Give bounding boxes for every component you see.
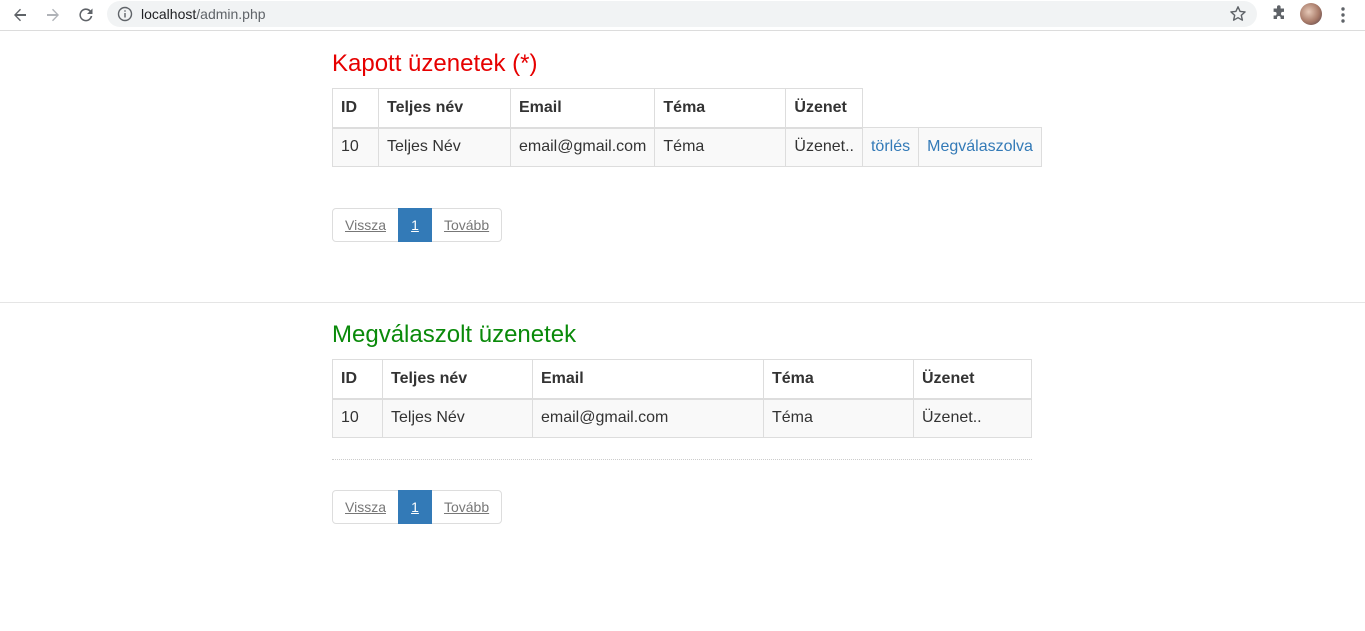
cell-message: Üzenet.. bbox=[785, 127, 863, 167]
column-header-topic: Téma bbox=[763, 359, 914, 400]
column-header-message: Üzenet bbox=[913, 359, 1032, 400]
address-bar[interactable]: localhost/admin.php bbox=[107, 1, 1257, 27]
column-header-message: Üzenet bbox=[785, 88, 863, 129]
pagination-prev-button[interactable]: Vissza bbox=[332, 208, 399, 242]
cell-name: Teljes Név bbox=[382, 398, 533, 438]
answered-pagination: Vissza 1 Tovább bbox=[332, 490, 503, 524]
cell-email: email@gmail.com bbox=[532, 398, 764, 438]
table-header-row: ID Teljes név Email Téma Üzenet bbox=[332, 359, 1032, 400]
star-icon[interactable] bbox=[1229, 5, 1247, 23]
table-row: 10 Teljes Név email@gmail.com Téma Üzene… bbox=[332, 398, 1032, 438]
delete-link[interactable]: törlés bbox=[871, 138, 910, 155]
cell-message: Üzenet.. bbox=[913, 398, 1032, 438]
mark-answered-link[interactable]: Megválaszolva bbox=[927, 138, 1033, 155]
pagination-page-1[interactable]: 1 bbox=[397, 490, 432, 524]
received-pagination: Vissza 1 Tovább bbox=[332, 208, 503, 242]
column-header-id: ID bbox=[332, 88, 379, 129]
column-header-name: Teljes név bbox=[382, 359, 533, 400]
column-header-email: Email bbox=[509, 88, 656, 129]
profile-avatar[interactable] bbox=[1300, 3, 1322, 25]
pagination-next-button[interactable]: Tovább bbox=[430, 490, 503, 524]
section-divider bbox=[0, 302, 1365, 303]
column-header-topic: Téma bbox=[654, 88, 787, 129]
forward-arrow-icon[interactable] bbox=[41, 3, 65, 27]
back-arrow-icon[interactable] bbox=[8, 3, 32, 27]
table-row: 10 Teljes Név email@gmail.com Téma Üzene… bbox=[332, 127, 1042, 167]
pagination-next-button[interactable]: Tovább bbox=[430, 208, 503, 242]
received-messages-title: Kapott üzenetek (*) bbox=[332, 50, 538, 77]
column-header-id: ID bbox=[332, 359, 383, 400]
puzzle-extension-icon[interactable] bbox=[1269, 4, 1289, 24]
kebab-menu-icon[interactable] bbox=[1336, 5, 1350, 25]
dotted-divider bbox=[332, 459, 1032, 460]
column-header-action-answered bbox=[919, 89, 1042, 128]
answered-messages-table: ID Teljes név Email Téma Üzenet 10 Telje… bbox=[332, 359, 1032, 438]
answered-messages-title: Megválaszolt üzenetek bbox=[332, 321, 577, 348]
cell-id: 10 bbox=[332, 127, 379, 167]
column-header-action-delete bbox=[862, 89, 918, 128]
pagination-page-1[interactable]: 1 bbox=[397, 208, 432, 242]
cell-email: email@gmail.com bbox=[509, 127, 656, 167]
table-header-row: ID Teljes név Email Téma Üzenet bbox=[332, 88, 1042, 129]
url-text: localhost/admin.php bbox=[141, 6, 266, 22]
reload-icon[interactable] bbox=[74, 3, 98, 27]
column-header-email: Email bbox=[532, 359, 764, 400]
cell-name: Teljes Név bbox=[378, 127, 511, 167]
column-header-name: Teljes név bbox=[378, 88, 511, 129]
info-icon[interactable] bbox=[117, 6, 133, 22]
cell-topic: Téma bbox=[763, 398, 914, 438]
pagination-prev-button[interactable]: Vissza bbox=[332, 490, 399, 524]
cell-delete: törlés bbox=[861, 127, 920, 167]
cell-topic: Téma bbox=[654, 127, 787, 167]
browser-toolbar: localhost/admin.php bbox=[0, 0, 1365, 31]
received-messages-table: ID Teljes név Email Téma Üzenet 10 Telje… bbox=[332, 88, 1042, 167]
cell-answered: Megválaszolva bbox=[918, 127, 1042, 167]
cell-id: 10 bbox=[332, 398, 383, 438]
